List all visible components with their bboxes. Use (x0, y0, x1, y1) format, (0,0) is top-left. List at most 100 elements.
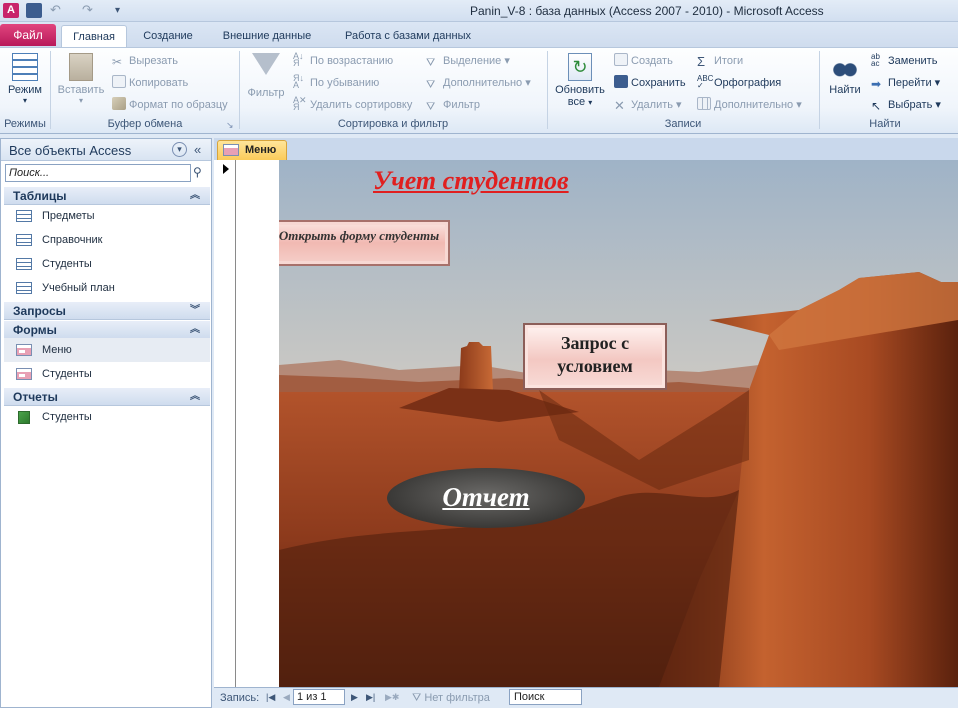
replace-button[interactable]: ab ac Заменить (871, 52, 937, 70)
table-icon (16, 282, 32, 294)
first-record-icon[interactable]: |◀ (266, 692, 275, 703)
nav-item-report-students[interactable]: Студенты (4, 405, 210, 429)
form-left-margin (236, 160, 279, 687)
current-record-field[interactable]: 1 из 1 (293, 689, 345, 705)
access-app-icon[interactable]: A (3, 3, 19, 18)
cursor-icon: ↖ (871, 99, 882, 113)
item-label: Студенты (42, 411, 92, 423)
scissors-icon: ✂ (112, 55, 123, 69)
more-records-label: Дополнительно (714, 99, 794, 111)
nav-item-table-curriculum[interactable]: Учебный план (4, 276, 210, 300)
grid-icon (697, 97, 711, 110)
selection-label: Выделение (443, 55, 502, 67)
brush-icon (112, 97, 126, 110)
totals-button[interactable]: Σ Итоги (697, 52, 743, 70)
no-filter-indicator[interactable]: ⛛ Нет фильтра (412, 692, 490, 705)
cut-button[interactable]: ✂ Вырезать (112, 52, 178, 70)
group-label-records: Записи (664, 118, 702, 130)
select-label: Выбрать (888, 99, 933, 111)
redo-icon[interactable]: ↷ (82, 3, 98, 18)
save-record-label: Сохранить (631, 77, 686, 89)
current-record-arrow-icon (223, 164, 229, 174)
copy-icon (112, 75, 126, 88)
nav-item-table-subjects[interactable]: Предметы (4, 204, 210, 228)
selection-button[interactable]: ⛛ Выделение ▾ (426, 52, 510, 70)
previous-record-icon[interactable]: ◀ (283, 692, 290, 703)
save-record-button[interactable]: Сохранить (614, 74, 686, 92)
binoculars-icon (832, 53, 858, 81)
more-records-button[interactable]: Дополнительно ▾ (697, 96, 802, 114)
nav-item-table-reference[interactable]: Справочник (4, 228, 210, 252)
item-label: Меню (42, 344, 72, 356)
funnel-icon (252, 53, 280, 75)
find-button[interactable]: Найти (823, 53, 867, 96)
new-record-button[interactable]: Создать (614, 52, 673, 70)
nav-item-form-menu[interactable]: Меню (4, 338, 210, 362)
nav-pane-title[interactable]: Все объекты Access (9, 143, 131, 158)
save-record-icon (614, 75, 628, 88)
nav-section-forms[interactable]: Формы ︽ (4, 321, 210, 339)
new-record-nav-icon[interactable]: ▶✱ (385, 692, 399, 703)
tab-database-tools[interactable]: Работа с базами данных (333, 25, 483, 47)
copy-button[interactable]: Копировать (112, 74, 188, 92)
sigma-icon: Σ (697, 54, 706, 69)
copy-label: Копировать (129, 77, 189, 89)
view-button[interactable]: Режим ▾ (4, 53, 46, 105)
record-selector[interactable] (214, 160, 236, 687)
nav-search-input[interactable]: Поиск... (5, 164, 191, 182)
advanced-filter-button[interactable]: ⛛ Дополнительно ▾ (426, 74, 531, 92)
paste-button-label: Вставить (57, 84, 105, 96)
group-label-views: Режимы (4, 118, 46, 130)
chevron-down-icon: ▾ (78, 96, 83, 105)
sort-desc-label: По убыванию (310, 77, 380, 89)
tab-external-data[interactable]: Внешние данные (213, 25, 321, 47)
nav-section-tables[interactable]: Таблицы ︽ (4, 187, 210, 205)
search-icon[interactable]: ⚲ (193, 165, 202, 179)
record-search-input[interactable]: Поиск (509, 689, 582, 705)
paste-button[interactable]: Вставить ▾ (55, 53, 107, 105)
form-menu: Учет студентов Открыть форму студенты За… (279, 160, 958, 687)
goto-button[interactable]: ➡ Перейти ▾ (871, 74, 940, 92)
form-icon (16, 344, 32, 356)
customize-quick-access-icon[interactable]: ▾ (115, 3, 131, 18)
conditional-query-button[interactable]: Запрос с условием (523, 323, 667, 390)
sort-descending-button[interactable]: Я↓ A По убыванию (293, 74, 379, 92)
refresh-all-button[interactable]: ↻ Обновить все ▾ (551, 53, 609, 108)
last-record-icon[interactable]: ▶| (366, 692, 375, 703)
section-label: Формы (13, 323, 57, 337)
collapse-pane-icon[interactable]: « (194, 142, 201, 157)
tab-home[interactable]: Главная (61, 25, 127, 47)
delete-record-button[interactable]: ✕ Удалить ▾ (614, 96, 682, 114)
tab-create[interactable]: Создание (133, 25, 203, 47)
document-tab-menu[interactable]: Меню (217, 140, 287, 160)
section-label: Отчеты (13, 390, 58, 404)
filter-button[interactable]: Фильтр (243, 53, 289, 99)
nav-item-table-students[interactable]: Студенты (4, 252, 210, 276)
select-button[interactable]: ↖ Выбрать ▾ (871, 96, 941, 114)
undo-icon[interactable]: ↶ (50, 3, 66, 18)
refresh-label-line2: все (567, 96, 586, 108)
nav-item-form-students[interactable]: Студенты (4, 362, 210, 386)
section-label: Запросы (13, 304, 66, 318)
spelling-check-icon: ABC ✓ (697, 74, 714, 90)
sort-ascending-button[interactable]: A↓ Я По возрастанию (293, 52, 393, 70)
chevron-up-icon: ︽ (190, 190, 200, 201)
open-students-form-button[interactable]: Открыть форму студенты (279, 220, 450, 266)
form-title: Учет студентов (373, 166, 569, 195)
chevron-down-icon: ▾ (588, 98, 593, 107)
remove-sort-button[interactable]: A✕ Я Удалить сортировку (293, 96, 412, 114)
format-painter-button[interactable]: Формат по образцу (112, 96, 228, 114)
nav-menu-chevron-icon[interactable]: ▾ (172, 142, 187, 157)
toggle-filter-button[interactable]: ⛛ Фильтр (426, 96, 480, 114)
advanced-filter-icon: ⛛ (426, 79, 436, 91)
dialog-launcher-icon[interactable]: ↘ (226, 120, 234, 131)
nav-section-reports[interactable]: Отчеты ︽ (4, 388, 210, 406)
report-button[interactable]: Отчет (387, 468, 585, 528)
save-icon[interactable] (26, 3, 42, 18)
refresh-label-line1: Обновить (555, 84, 605, 96)
tab-file[interactable]: Файл (0, 24, 56, 46)
nav-section-queries[interactable]: Запросы ︾ (4, 302, 210, 320)
next-record-icon[interactable]: ▶ (351, 692, 358, 703)
filter-status-label: Нет фильтра (424, 692, 490, 704)
spelling-button[interactable]: ABC ✓ Орфография (697, 74, 781, 92)
